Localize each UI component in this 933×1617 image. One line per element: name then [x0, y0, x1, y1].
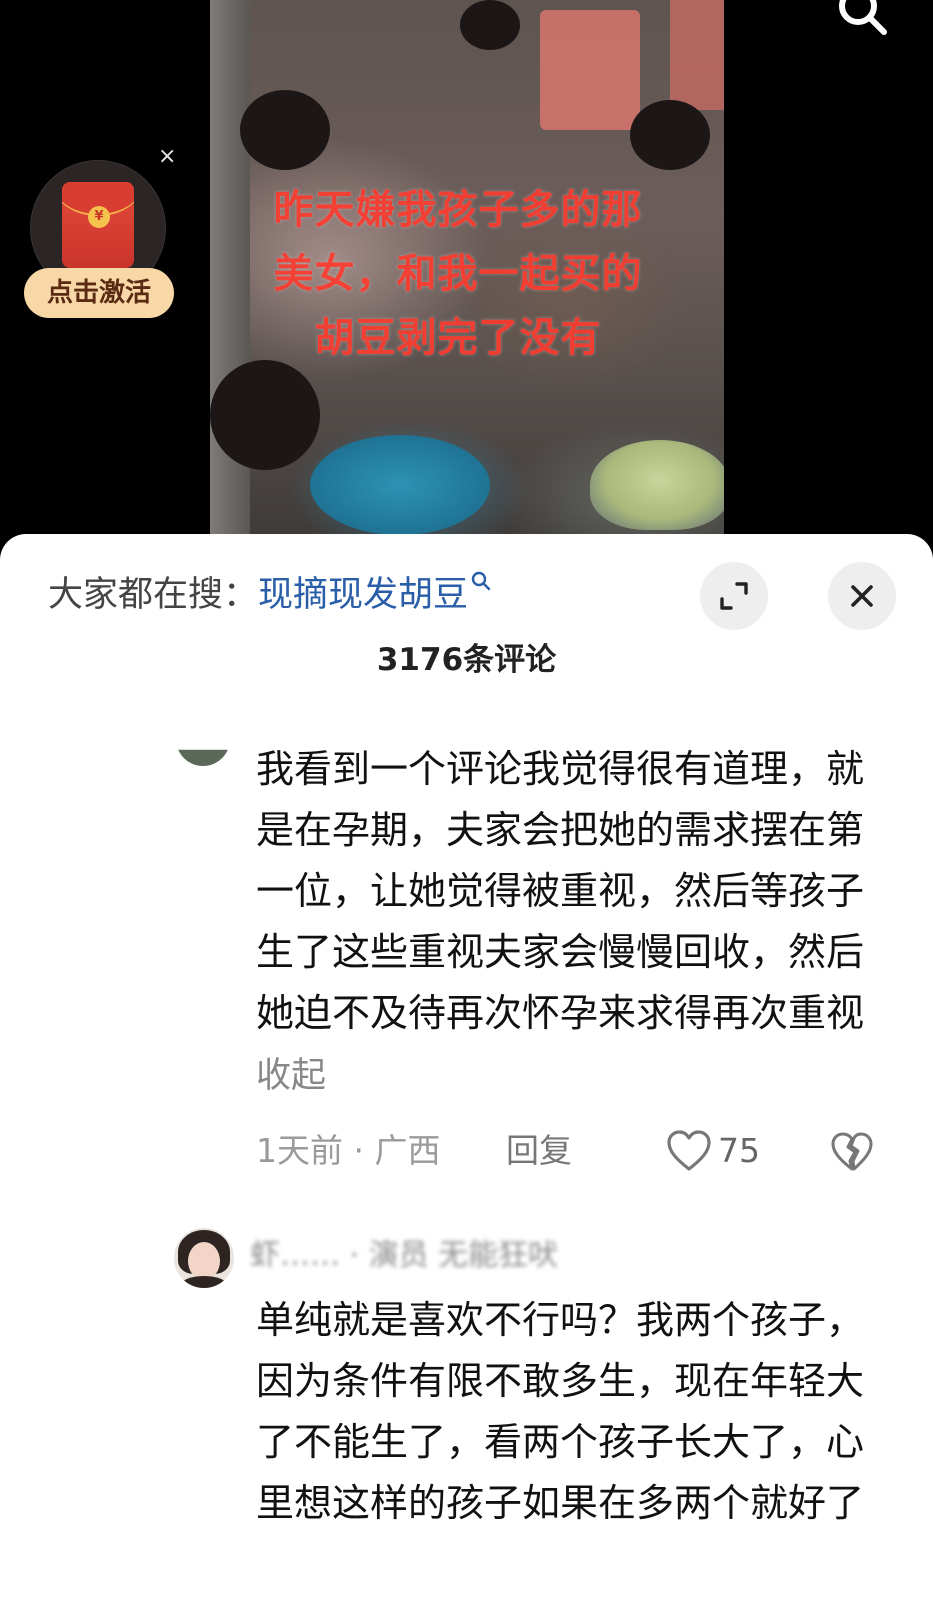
comment-sheet: 大家都在搜：现摘现发胡豆 3176条评论 我看到一个评论我觉得很有道理，就是在孕…	[0, 534, 933, 1617]
search-icon[interactable]	[832, 0, 890, 42]
avatar[interactable]	[176, 749, 230, 766]
close-icon	[851, 585, 873, 607]
search-small-icon	[471, 571, 491, 591]
comment-body: 单纯就是喜欢不行吗？我两个孩子，因为条件有限不敢多生，现在年轻大了不能生了，看两…	[256, 1298, 865, 1525]
broken-heart-icon[interactable]	[830, 1131, 874, 1173]
video-scene-person	[630, 100, 710, 170]
video-scene-stool	[670, 0, 724, 110]
hot-search-term-link[interactable]: 现摘现发胡豆	[258, 575, 468, 615]
video-overlay-caption: 昨天嫌我孩子多的那美女，和我一起买的胡豆剥完了没有	[273, 187, 643, 361]
avatar[interactable]	[174, 1228, 234, 1288]
reply-button[interactable]: 回复	[506, 1129, 572, 1173]
expand-icon	[720, 582, 748, 610]
collapse-link[interactable]: 收起	[256, 1056, 326, 1096]
red-envelope-widget[interactable]: ¥ 点击激活	[24, 160, 174, 320]
comment-username[interactable]: 虾…… · 演员 无能狂吠	[250, 1236, 558, 1276]
video-scene-basin	[310, 435, 490, 535]
comment-time-location: 1天前 · 广西	[256, 1131, 441, 1170]
video-scene-stool	[540, 10, 640, 130]
avatar-face	[188, 1242, 220, 1280]
close-button[interactable]	[828, 562, 896, 630]
comment-text: 我看到一个评论我觉得很有道理，就是在孕期，夫家会把她的需求摆在第一位，让她觉得被…	[256, 739, 876, 1107]
video-scene-person	[460, 0, 520, 50]
video-frame[interactable]: 昨天嫌我孩子多的那美女，和我一起买的胡豆剥完了没有	[210, 0, 724, 536]
comment-count: 3176条评论	[376, 642, 557, 678]
red-envelope-close-icon[interactable]: ×	[158, 146, 176, 168]
comment-meta: 1天前 · 广西 回复 75	[256, 1129, 896, 1173]
avatar-body	[180, 1276, 228, 1288]
video-scene-person	[210, 360, 320, 470]
hot-search-label: 大家都在搜：	[48, 575, 259, 615]
comment-body: 我看到一个评论我觉得很有道理，就是在孕期，夫家会把她的需求摆在第一位，让她觉得被…	[256, 747, 865, 1035]
expand-button[interactable]	[700, 562, 768, 630]
hot-search-bar[interactable]: 大家都在搜：现摘现发胡豆	[48, 571, 492, 616]
coin-icon: ¥	[88, 206, 110, 228]
activate-button[interactable]: 点击激活	[24, 268, 174, 318]
like-count: 75	[718, 1131, 760, 1170]
video-player[interactable]: 昨天嫌我孩子多的那美女，和我一起买的胡豆剥完了没有 ¥ 点击激活 ×	[0, 0, 933, 560]
heart-icon[interactable]	[666, 1129, 712, 1173]
red-envelope-icon: ¥	[62, 182, 134, 268]
video-scene-person	[240, 90, 330, 170]
video-scene-bowl	[590, 440, 724, 530]
